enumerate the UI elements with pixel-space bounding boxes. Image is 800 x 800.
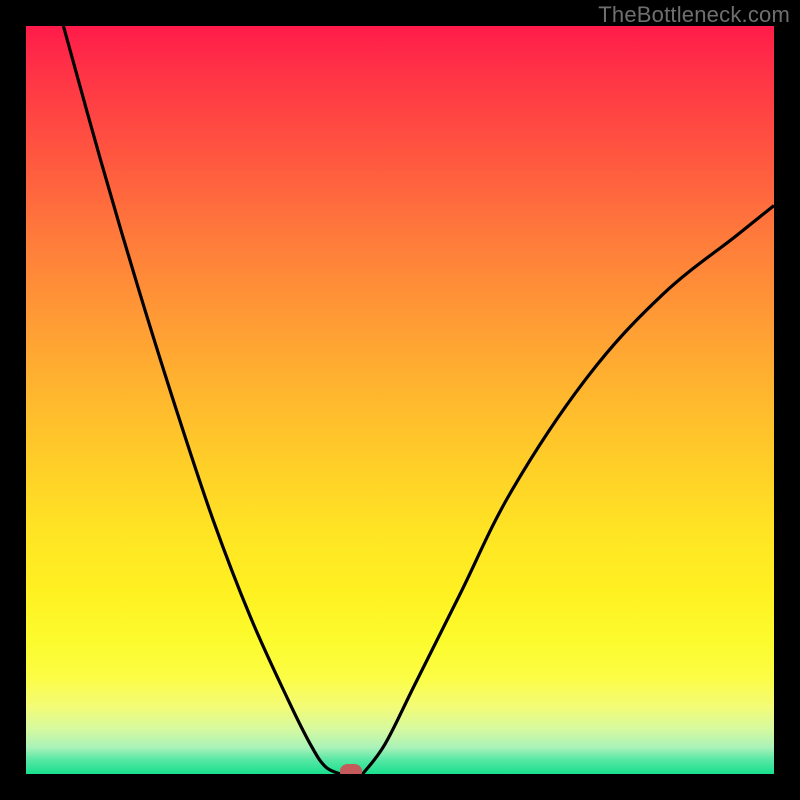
optimum-marker-icon (340, 764, 362, 774)
watermark-label: TheBottleneck.com (598, 2, 790, 28)
bottleneck-curve (26, 26, 774, 774)
curve-right-branch (363, 206, 774, 774)
plot-area (26, 26, 774, 774)
curve-left-branch (63, 26, 340, 774)
chart-frame: TheBottleneck.com (0, 0, 800, 800)
